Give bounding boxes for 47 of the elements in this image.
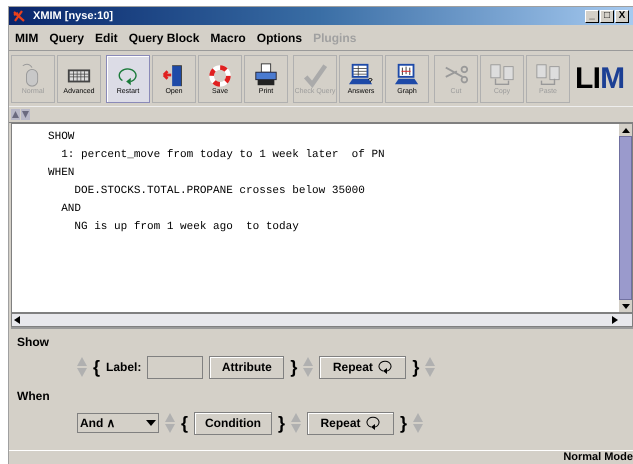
code-line: NG is up from 1 week ago to today xyxy=(73,220,300,235)
checkmark-icon xyxy=(301,62,329,88)
code-line: AND xyxy=(60,202,82,217)
brace: } xyxy=(278,412,286,435)
builder-button[interactable]: Condition xyxy=(194,412,272,434)
app-logo-icon xyxy=(13,10,25,22)
brace: { xyxy=(93,356,100,379)
dropdown-arrow-icon xyxy=(146,420,156,426)
horizontal-scrollbar[interactable] xyxy=(11,313,633,327)
section-heading: When xyxy=(17,388,51,403)
loop-arrow-icon xyxy=(364,416,381,430)
repeat-button[interactable]: Repeat xyxy=(319,356,406,378)
section-heading: Show xyxy=(17,334,50,349)
builder-button[interactable]: Attribute xyxy=(209,356,284,378)
loop-arrow-icon xyxy=(376,360,393,374)
status-text: Normal Mode xyxy=(563,450,633,464)
code-line: WHEN xyxy=(48,166,76,181)
label-input-field[interactable] xyxy=(147,356,204,378)
code-line: DOE.STOCKS.TOTAL.PROPANE crosses below 35000 xyxy=(73,184,366,199)
scroll-up-icon[interactable] xyxy=(622,128,630,132)
window-control-button[interactable]: _ xyxy=(585,10,599,22)
brace: } xyxy=(412,356,420,379)
vertical-scrollbar[interactable] xyxy=(619,124,632,312)
logic-dropdown[interactable]: And ∧ xyxy=(77,413,159,433)
logo: LIM xyxy=(575,64,624,94)
menu-item[interactable]: Options xyxy=(256,28,302,46)
brace: } xyxy=(400,412,408,435)
brace: } xyxy=(290,356,298,379)
code-line: 1: percent_move from today to 1 week later of PN xyxy=(60,148,386,163)
scroll-right-icon[interactable] xyxy=(612,316,618,324)
scroll-left-icon[interactable] xyxy=(14,316,20,324)
window-control-button[interactable]: □ xyxy=(600,10,614,22)
field-label: Label: xyxy=(106,359,142,376)
repeat-button[interactable]: Repeat xyxy=(307,412,394,434)
code-line: SHOW xyxy=(48,130,76,145)
menu-item[interactable]: MIM xyxy=(15,28,38,46)
menu-item[interactable]: Query Block xyxy=(128,28,200,46)
menu-item[interactable]: Query xyxy=(49,28,84,46)
menu-item[interactable]: Edit xyxy=(95,28,118,46)
documents-icon xyxy=(534,62,562,88)
collapse-arrows-icon[interactable] xyxy=(11,109,31,120)
brace: { xyxy=(181,412,188,435)
window-title: XMIM [nyse:10] xyxy=(33,8,114,24)
menu-item[interactable]: Macro xyxy=(210,28,246,46)
documents-icon xyxy=(488,62,516,88)
window-control-button[interactable]: X xyxy=(615,10,629,22)
scroll-down-icon[interactable] xyxy=(622,304,630,308)
